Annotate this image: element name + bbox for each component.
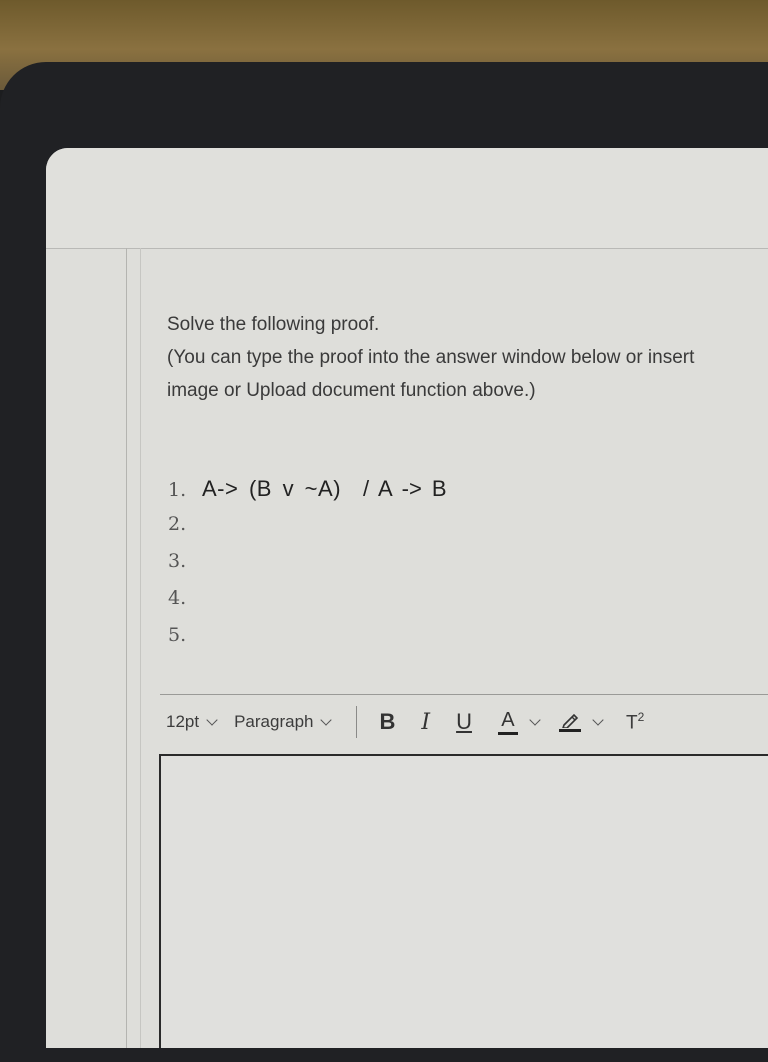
- line-number: 3.: [168, 550, 187, 572]
- font-size-value: 12pt: [166, 712, 200, 731]
- color-bar: [497, 731, 518, 735]
- proof-line: 1. A-> (B v ~A) / A -> B: [168, 476, 447, 513]
- line-number: 1.: [168, 479, 187, 501]
- pen-icon: [562, 713, 579, 728]
- superscript-base: T: [625, 712, 638, 734]
- toolbar-divider: [160, 694, 768, 695]
- toolbar-separator: [356, 706, 358, 738]
- italic-button[interactable]: I: [421, 710, 430, 735]
- proof-line: 3.: [168, 550, 447, 587]
- text-color-button[interactable]: A: [497, 708, 541, 735]
- underline-button[interactable]: U: [456, 709, 472, 735]
- superscript-exp: 2: [637, 709, 645, 724]
- gutter-line-inner: [140, 248, 141, 1048]
- question-line-1: Solve the following proof.: [167, 314, 380, 335]
- line-number: 5.: [168, 624, 187, 646]
- text-color-icon: A: [497, 708, 518, 735]
- text-color-letter: A: [501, 708, 515, 731]
- proof-line: 5.: [168, 624, 447, 661]
- block-format-dropdown[interactable]: Paragraph: [234, 712, 333, 732]
- premise: A-> (B v ~A): [202, 476, 342, 501]
- font-size-dropdown[interactable]: 12pt: [166, 712, 218, 732]
- bold-button[interactable]: B: [379, 709, 395, 735]
- line-number: 4.: [168, 587, 187, 609]
- proof-line: 2.: [168, 513, 447, 550]
- question-line-2: (You can type the proof into the answer …: [167, 347, 695, 368]
- screen: Solve the following proof. (You can type…: [46, 148, 768, 1048]
- gutter-line: [126, 248, 127, 1048]
- proof-list: 1. A-> (B v ~A) / A -> B 2. 3. 4. 5.: [168, 476, 447, 661]
- header-area: [46, 148, 768, 249]
- highlight-bar: [558, 729, 581, 732]
- superscript-button[interactable]: T2: [626, 710, 644, 734]
- proof-line: 4.: [168, 587, 447, 624]
- chevron-down-icon: [320, 713, 333, 726]
- highlighter-icon: [558, 712, 581, 732]
- answer-editor[interactable]: [159, 754, 768, 1048]
- question-text: Solve the following proof. (You can type…: [167, 308, 694, 407]
- editor-toolbar: 12pt Paragraph B I U A T2: [166, 704, 644, 740]
- chevron-down-icon: [592, 713, 604, 726]
- highlight-color-button[interactable]: [539, 712, 604, 732]
- question-line-3: image or Upload document function above.…: [167, 380, 536, 401]
- conclusion: / A -> B: [363, 476, 447, 501]
- line-number: 2.: [168, 513, 187, 535]
- block-format-value: Paragraph: [234, 712, 314, 731]
- chevron-down-icon: [206, 713, 218, 726]
